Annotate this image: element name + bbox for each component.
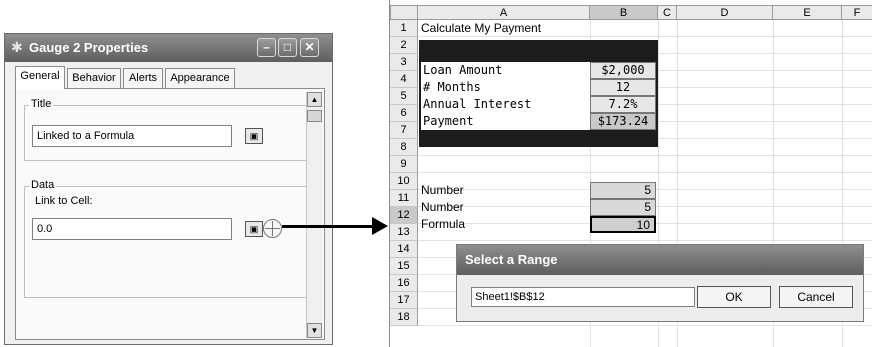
dialog-title: Gauge 2 Properties	[29, 40, 149, 55]
title-cell[interactable]: Calculate My Payment	[421, 20, 541, 37]
column-header-c[interactable]: C	[658, 5, 677, 20]
column-header-b[interactable]: B	[590, 5, 658, 20]
vertical-scrollbar[interactable]: ▲ ▼	[306, 92, 322, 338]
title-group-legend: Title	[29, 98, 54, 110]
minimize-button[interactable]: –	[257, 38, 276, 57]
row-header[interactable]: 4	[390, 71, 418, 88]
row-header[interactable]: 14	[390, 241, 418, 258]
dialog-titlebar[interactable]: ✱ Gauge 2 Properties – □ ✕	[5, 34, 332, 62]
interest-label[interactable]: Annual Interest	[421, 96, 591, 113]
row-header[interactable]: 10	[390, 173, 418, 190]
row-header[interactable]: 2	[390, 37, 418, 54]
link-cell-input[interactable]: 0.0	[32, 218, 232, 240]
row-header[interactable]: 8	[390, 139, 418, 156]
loan-amount-value[interactable]: $2,000	[590, 62, 656, 79]
payment-label[interactable]: Payment	[421, 113, 591, 130]
gridline	[418, 172, 872, 173]
months-value[interactable]: 12	[590, 79, 656, 96]
select-all-corner[interactable]	[390, 5, 418, 20]
link-arrow-head	[372, 217, 388, 235]
select-range-dialog: Select a Range Sheet1!$B$12 OK Cancel	[456, 244, 864, 322]
column-header-a[interactable]: A	[418, 5, 590, 20]
row-header[interactable]: 11	[390, 190, 418, 207]
data-group-legend: Data	[29, 179, 57, 191]
gridline	[418, 36, 872, 37]
row-header[interactable]: 13	[390, 224, 418, 241]
row-header[interactable]: 17	[390, 292, 418, 309]
range-picker-icon[interactable]: ▣	[245, 221, 263, 237]
maximize-button[interactable]: □	[278, 38, 297, 57]
tab-behavior[interactable]: Behavior	[67, 68, 121, 88]
crosshair-icon[interactable]	[263, 219, 282, 238]
select-range-title[interactable]: Select a Range	[457, 245, 863, 275]
number-label-1[interactable]: Number	[421, 182, 464, 199]
number-label-2[interactable]: Number	[421, 199, 464, 216]
column-header-e[interactable]: E	[773, 5, 842, 20]
gauge-properties-dialog: ✱ Gauge 2 Properties – □ ✕ General Behav…	[4, 33, 333, 345]
row-header[interactable]: 7	[390, 122, 418, 139]
scroll-thumb[interactable]	[307, 110, 322, 122]
column-header-f[interactable]: F	[842, 5, 872, 20]
row-header[interactable]: 1	[390, 20, 418, 37]
row-header[interactable]: 3	[390, 54, 418, 71]
scroll-up-icon[interactable]: ▲	[307, 92, 322, 107]
gridline	[418, 155, 872, 156]
gridline	[418, 240, 872, 241]
row-header[interactable]: 15	[390, 258, 418, 275]
tab-alerts[interactable]: Alerts	[123, 68, 163, 88]
row-header[interactable]: 16	[390, 275, 418, 292]
link-arrow	[282, 225, 376, 228]
gridline	[418, 325, 872, 326]
title-group: Title Linked to a Formula ▣	[24, 98, 307, 161]
gear-icon: ✱	[11, 39, 23, 55]
number-value-2[interactable]: 5	[590, 199, 656, 216]
cancel-button[interactable]: Cancel	[779, 286, 853, 308]
row-header[interactable]: 5	[390, 88, 418, 105]
link-to-cell-label: Link to Cell:	[35, 195, 93, 207]
tab-appearance[interactable]: Appearance	[165, 68, 235, 88]
data-group: Data Link to Cell: 0.0 ▣	[24, 179, 307, 298]
months-label[interactable]: # Months	[421, 79, 591, 96]
row-header[interactable]: 12	[390, 207, 418, 224]
ok-button[interactable]: OK	[697, 286, 771, 308]
formula-value-cell[interactable]: 10	[590, 216, 656, 233]
row-header[interactable]: 18	[390, 309, 418, 326]
row-header[interactable]: 9	[390, 156, 418, 173]
scroll-down-icon[interactable]: ▼	[307, 323, 322, 338]
loan-amount-label[interactable]: Loan Amount	[421, 62, 591, 79]
row-header[interactable]: 6	[390, 105, 418, 122]
title-input[interactable]: Linked to a Formula	[32, 125, 232, 147]
tab-general[interactable]: General	[15, 66, 65, 89]
interest-value[interactable]: 7.2%	[590, 96, 656, 113]
column-header-d[interactable]: D	[677, 5, 773, 20]
payment-value[interactable]: $173.24	[590, 113, 656, 130]
close-button[interactable]: ✕	[300, 38, 319, 57]
general-panel: Title Linked to a Formula ▣ Data Link to…	[15, 88, 325, 340]
range-picker-icon[interactable]: ▣	[245, 128, 263, 144]
number-value-1[interactable]: 5	[590, 182, 656, 199]
formula-label[interactable]: Formula	[421, 216, 465, 233]
range-input[interactable]: Sheet1!$B$12	[471, 287, 695, 307]
